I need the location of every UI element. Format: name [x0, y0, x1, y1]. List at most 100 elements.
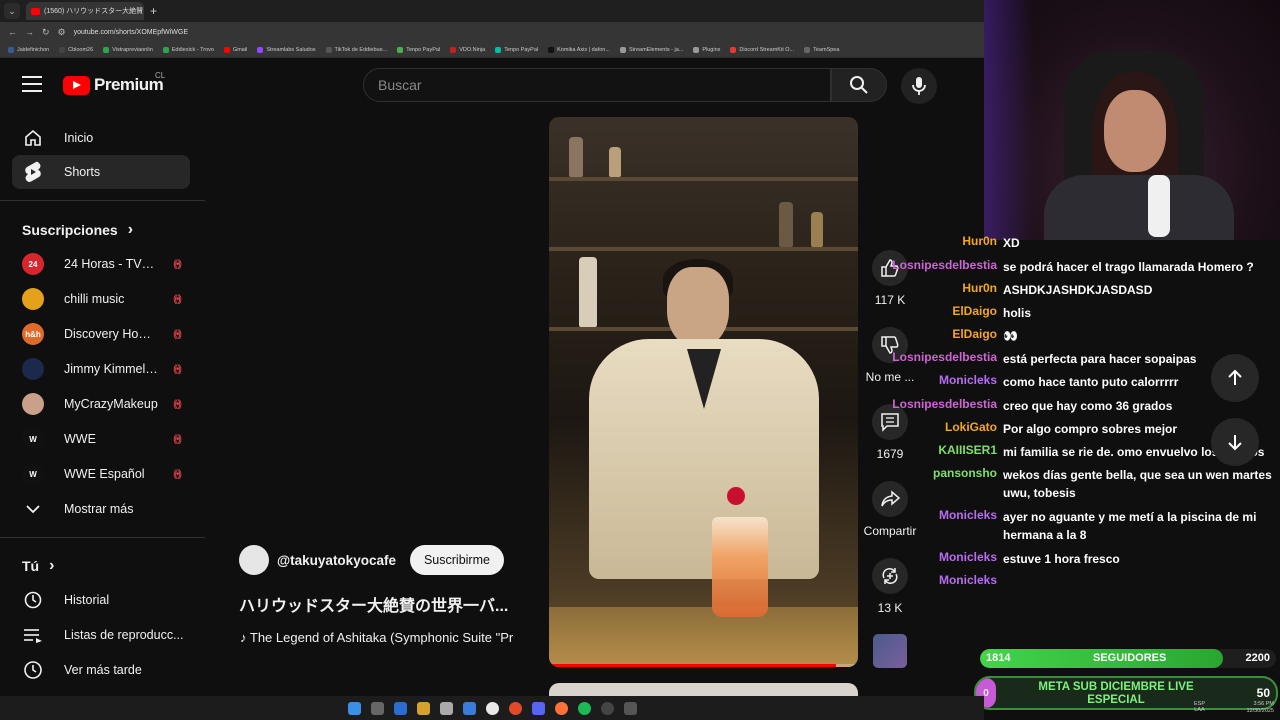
- scroll-down-button[interactable]: [1211, 418, 1259, 466]
- url-field[interactable]: youtube.com/shorts/XOMEpfWiWGE: [74, 29, 188, 36]
- bookmark-item[interactable]: TikTok de Eddiebue...: [325, 46, 388, 53]
- region-code: CL: [155, 71, 166, 80]
- firefox-icon[interactable]: [554, 701, 568, 715]
- bookmark-label: TikTok de Eddiebue...: [334, 46, 388, 53]
- video-progress-bar[interactable]: [549, 664, 858, 667]
- chrome-icon[interactable]: [485, 701, 499, 715]
- shelf: [549, 247, 858, 251]
- bookmark-item[interactable]: StreamElements - ja...: [619, 46, 683, 53]
- subscription-item[interactable]: chilli music ((•)): [12, 282, 190, 316]
- copilot-icon[interactable]: [393, 701, 407, 715]
- sound-thumbnail[interactable]: [873, 634, 907, 668]
- chat-message: Hur0n XD: [870, 234, 1280, 252]
- bookmark-item[interactable]: Gmail: [223, 46, 247, 53]
- sidebar-item-shorts[interactable]: Shorts: [12, 155, 190, 189]
- neon-light: [984, 0, 1034, 240]
- voice-search-button[interactable]: [901, 68, 937, 104]
- subscription-item[interactable]: Jimmy Kimmel L... ((•)): [12, 352, 190, 386]
- chat-username: Monicleks: [938, 550, 997, 564]
- streamer-webcam: [984, 0, 1280, 240]
- bookmark-item[interactable]: Komika Axis | dafon...: [548, 46, 610, 53]
- bookmark-item[interactable]: Cbloom26: [59, 46, 93, 53]
- subscription-item[interactable]: W WWE ((•)): [12, 422, 190, 456]
- shorts-video-player[interactable]: [549, 117, 858, 667]
- search-taskbar-icon[interactable]: [370, 701, 384, 715]
- new-tab-icon[interactable]: +: [150, 4, 157, 18]
- tab-title: (1560) ハリウッドスター大絶賛: [44, 8, 144, 15]
- chat-message: Monicleks estuve 1 hora fresco: [870, 550, 1280, 568]
- start-icon[interactable]: [347, 701, 361, 715]
- chat-text: wekos días gente bella, que sea un wen m…: [1003, 468, 1272, 500]
- obs-icon[interactable]: [600, 701, 614, 715]
- forward-icon[interactable]: →: [25, 27, 34, 37]
- subscription-item[interactable]: MyCrazyMakeup ((•)): [12, 387, 190, 421]
- bookmark-item[interactable]: Eddiesick - Trovo: [162, 46, 214, 53]
- mail-icon[interactable]: [462, 701, 476, 715]
- file-explorer-icon[interactable]: [416, 701, 430, 715]
- youtube-logo-icon: [63, 75, 90, 95]
- sidebar-item-playlists[interactable]: Listas de reproducc...: [12, 618, 190, 652]
- sidebar-item-home[interactable]: Inicio: [12, 121, 190, 155]
- clock[interactable]: 3:56 PM 12/30/2025: [1246, 701, 1274, 715]
- bookmark-favicon-icon: [257, 46, 264, 53]
- video-title[interactable]: ハリウッドスター大絶賛の世界一バ...: [239, 592, 539, 616]
- bookmark-favicon-icon: [223, 46, 230, 53]
- app-icon[interactable]: [623, 701, 637, 715]
- bookmark-item[interactable]: Tenpo PayPal: [397, 46, 440, 53]
- bookmark-item[interactable]: Discord StreamKit O...: [730, 46, 794, 53]
- tab-list-button[interactable]: ⌄: [4, 3, 20, 19]
- reload-icon[interactable]: ↻: [42, 27, 50, 38]
- show-more-button[interactable]: Mostrar más: [12, 492, 190, 526]
- bookmark-item[interactable]: TeamSpea: [804, 46, 840, 53]
- bookmark-favicon-icon: [548, 46, 555, 53]
- menu-icon[interactable]: [22, 76, 42, 94]
- you-heading-label: Tú: [22, 558, 40, 574]
- site-info-icon[interactable]: ⚙: [58, 27, 66, 38]
- chat-text: ASHDKJASHDKJASDASD: [1003, 283, 1153, 297]
- chat-username: Monicleks: [938, 508, 997, 522]
- back-icon[interactable]: ←: [8, 27, 17, 37]
- bookmark-item[interactable]: VDO.Ninja: [450, 46, 485, 53]
- search-input[interactable]: Buscar: [363, 68, 831, 102]
- bookmark-favicon-icon: [59, 46, 66, 53]
- home-icon: [22, 127, 44, 149]
- bookmark-item[interactable]: Tenpo PayPal: [495, 46, 539, 53]
- channel-avatar[interactable]: [239, 545, 269, 575]
- live-icon: ((•)): [173, 363, 182, 375]
- spotify-icon[interactable]: [577, 701, 591, 715]
- chat-username: Losnipesdelbestia: [892, 397, 997, 411]
- store-icon[interactable]: [439, 701, 453, 715]
- remix-count: 13 K: [877, 601, 903, 615]
- video-progress-fill: [549, 664, 837, 667]
- bookmark-label: Tenpo PayPal: [504, 46, 539, 53]
- youtube-premium-logo[interactable]: Premium CL: [63, 71, 165, 95]
- bookmark-label: TeamSpea: [813, 46, 840, 53]
- live-icon: ((•)): [173, 468, 182, 480]
- subscription-item[interactable]: h&h Discovery Home ... ((•)): [12, 317, 190, 351]
- sidebar-item-history[interactable]: Historial: [12, 583, 190, 617]
- bookmark-item[interactable]: Plugins: [693, 46, 720, 53]
- sidebar-item-watch-later[interactable]: Ver más tarde: [12, 653, 190, 687]
- language-indicator[interactable]: ESP LAA: [1194, 701, 1205, 713]
- chat-username: Hur0n: [962, 281, 997, 295]
- bookmark-favicon-icon: [103, 46, 110, 53]
- bookmark-item[interactable]: Vistrapreviaonlin: [103, 46, 153, 53]
- sidebar-item-label: Mostrar más: [64, 502, 134, 516]
- browser-tab[interactable]: (1560) ハリウッドスター大絶賛 ✕: [26, 2, 144, 20]
- discord-icon[interactable]: [531, 701, 545, 715]
- you-heading[interactable]: Tú ›: [22, 557, 54, 575]
- video-song[interactable]: ♪ The Legend of Ashitaka (Symphonic Suit…: [240, 630, 536, 645]
- subscription-label: MyCrazyMakeup: [64, 397, 158, 411]
- app-icon[interactable]: [508, 701, 522, 715]
- subscription-item[interactable]: 24 24 Horas - TVN ... ((•)): [12, 247, 190, 281]
- bookmark-item[interactable]: Streamlabs Saludos: [257, 46, 316, 53]
- lang-region: LAA: [1194, 707, 1205, 713]
- bookmark-item[interactable]: Jaidefinichon: [8, 46, 49, 53]
- channel-name[interactable]: @takuyatokyocafe: [277, 553, 396, 568]
- subscription-item[interactable]: W WWE Español ((•)): [12, 457, 190, 491]
- arrow-up-icon: [1228, 369, 1242, 385]
- subscribe-button[interactable]: Suscribirme: [409, 545, 504, 575]
- scroll-up-button[interactable]: [1211, 354, 1259, 402]
- search-button[interactable]: [831, 68, 887, 102]
- subscriptions-heading[interactable]: Suscripciones ›: [22, 221, 133, 239]
